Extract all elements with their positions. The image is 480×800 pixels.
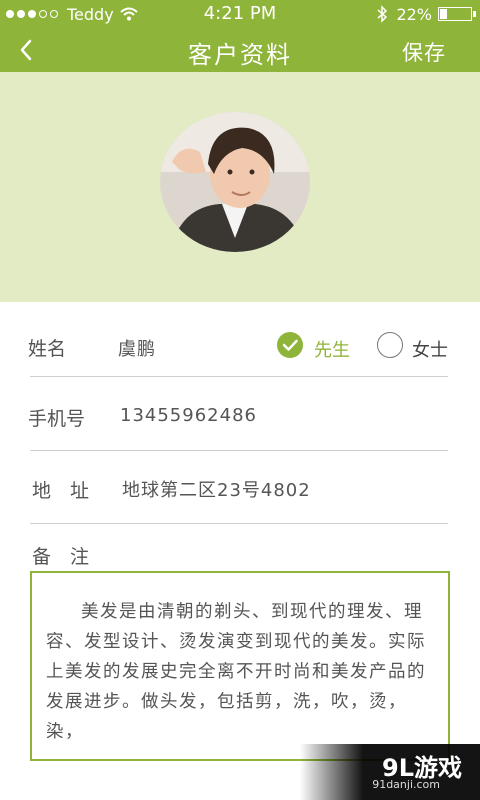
site-watermark: 9L游戏 91danji.com: [300, 744, 480, 800]
gender-label-female[interactable]: 女士: [412, 336, 448, 362]
phone-field[interactable]: 13455962486: [120, 405, 257, 426]
status-right: 22%: [376, 4, 476, 24]
status-bar: Teddy 4:21 PM 22%: [0, 0, 480, 28]
note-label: 备 注: [32, 546, 90, 568]
note-textarea[interactable]: 美发是由清朝的剃头、到现代的理发、理容、发型设计、烫发演变到现代的美发。实际上美…: [30, 571, 450, 761]
profile-header: [0, 72, 480, 302]
gender-label-male[interactable]: 先生: [314, 336, 350, 362]
name-field[interactable]: 虞鹏: [118, 335, 156, 361]
nav-bar: 客户资料 保存: [0, 28, 480, 72]
gender-radio-male[interactable]: [277, 332, 303, 358]
bluetooth-icon: [377, 5, 388, 23]
battery-percent: 22%: [396, 4, 432, 24]
note-text: 美发是由清朝的剃头、到现代的理发、理容、发型设计、烫发演变到现代的美发。实际上美…: [46, 602, 426, 742]
divider: [30, 450, 448, 451]
address-field[interactable]: 地球第二区23号4802: [122, 476, 311, 502]
gender-radio-female[interactable]: [377, 332, 403, 358]
phone-label: 手机号: [28, 408, 86, 430]
battery-icon: [438, 7, 476, 21]
save-button[interactable]: 保存: [402, 37, 446, 67]
address-label: 地 址: [32, 480, 90, 502]
watermark-url: 91danji.com: [372, 778, 440, 791]
check-icon: [282, 339, 298, 351]
battery-fill: [440, 9, 448, 19]
name-label: 姓名: [28, 338, 67, 360]
avatar[interactable]: [160, 112, 310, 252]
divider: [30, 523, 448, 524]
divider: [30, 376, 448, 377]
